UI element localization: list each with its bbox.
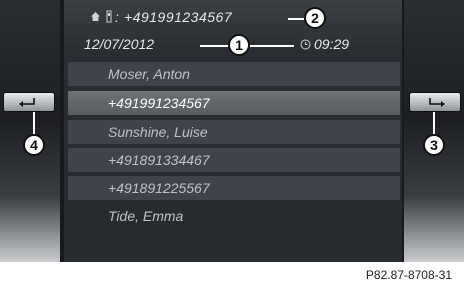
call-header-number-row: : +491991234567 (70, 8, 396, 28)
callout-1-line-left (200, 45, 228, 47)
call-time: 09:29 (314, 36, 350, 52)
callout-4: 4 (23, 134, 45, 156)
callout-2-line (288, 18, 304, 20)
head-unit-screen: : +491991234567 12/07/2012 09:29 Moser, … (0, 0, 464, 262)
figure-code: P82.87-8708-31 (365, 268, 452, 282)
options-button[interactable] (410, 93, 460, 111)
list-item[interactable]: +491891334467 (68, 148, 400, 172)
back-arrow-icon (19, 98, 35, 107)
back-button[interactable] (4, 93, 54, 111)
phone-number: +491991234567 (124, 9, 233, 25)
separator-colon: : (115, 9, 119, 25)
callout-3: 3 (423, 134, 445, 156)
call-date: 12/07/2012 (84, 36, 155, 52)
figure: : +491991234567 12/07/2012 09:29 Moser, … (0, 0, 464, 288)
callout-2: 2 (304, 7, 326, 29)
callout-3-line (433, 112, 435, 134)
phone-signal-icon (106, 10, 112, 23)
left-side-panel (0, 0, 60, 262)
clock-icon (300, 39, 311, 50)
house-icon (91, 12, 100, 21)
forward-arrow-icon (429, 98, 445, 107)
callout-4-line (33, 112, 35, 134)
list-item[interactable]: Tide, Emma (68, 204, 400, 228)
list-item[interactable]: +491891225567 (68, 176, 400, 200)
callout-1-line-right (250, 45, 294, 47)
callout-1: 1 (228, 34, 250, 56)
list-item-selected[interactable]: +491991234567 (68, 91, 400, 115)
list-item[interactable]: Moser, Anton (68, 62, 400, 86)
list-item[interactable]: Sunshine, Luise (68, 120, 400, 144)
